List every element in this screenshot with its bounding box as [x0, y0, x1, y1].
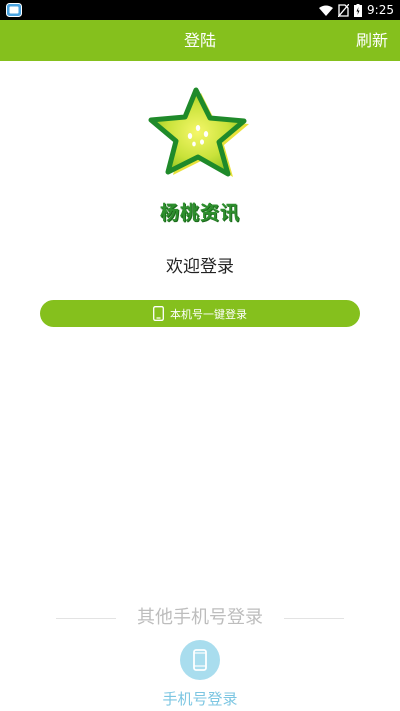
status-bar: 9:25 — [0, 0, 400, 20]
one-click-login-label: 本机号一键登录 — [170, 307, 247, 321]
app-header: 登陆 刷新 — [0, 20, 400, 61]
logo-text: 杨桃资讯 — [159, 202, 240, 224]
mobile-phone-icon — [193, 649, 207, 671]
app-logo: 杨桃资讯 — [140, 84, 260, 229]
refresh-button[interactable]: 刷新 — [356, 20, 388, 61]
phone-login-button[interactable] — [180, 640, 220, 680]
page-title: 登陆 — [183, 31, 216, 50]
battery-icon — [354, 3, 363, 17]
other-login-divider: 其他手机号登录 — [56, 604, 344, 632]
starfruit-star-icon — [148, 87, 249, 177]
no-sim-icon — [338, 3, 350, 17]
status-time: 9:25 — [367, 3, 394, 17]
one-click-login-button[interactable]: 本机号一键登录 — [40, 300, 360, 327]
login-screen: 9:25 登陆 刷新 杨桃资讯 欢迎登录 本机号一键登录 其他手机号登录 手机号… — [0, 0, 400, 711]
phone-login-label[interactable]: 手机号登录 — [0, 688, 400, 709]
welcome-text: 欢迎登录 — [166, 257, 234, 277]
app-notification-icon — [6, 3, 22, 17]
status-icons: 9:25 — [319, 0, 394, 20]
divider-line-right — [284, 618, 344, 619]
wifi-icon — [319, 5, 334, 16]
phone-icon — [153, 306, 164, 321]
